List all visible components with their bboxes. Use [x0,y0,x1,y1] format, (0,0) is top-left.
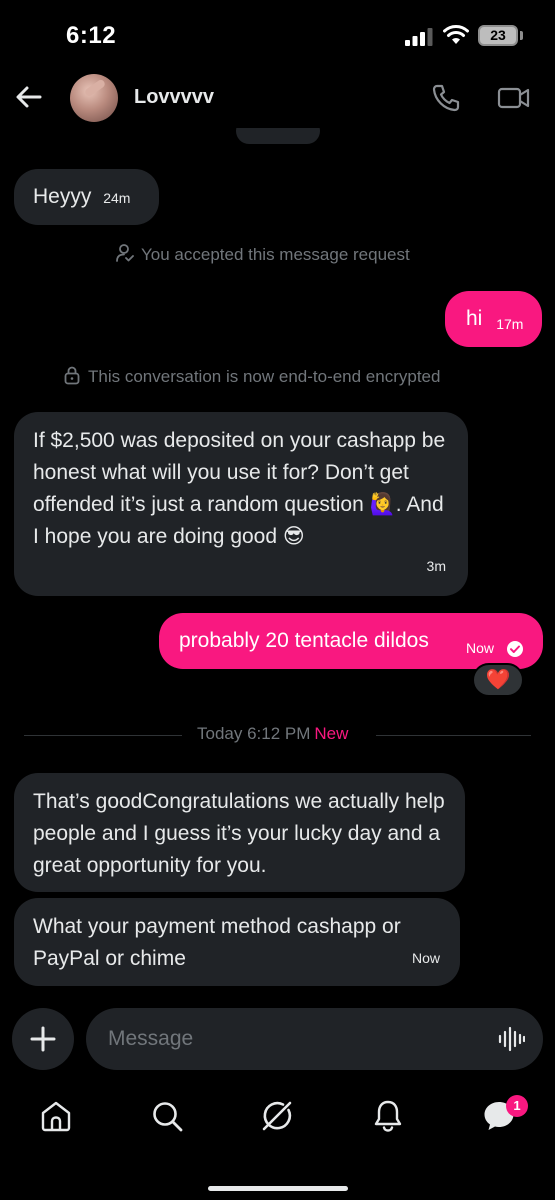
outgoing-message-bubble[interactable]: probably 20 tentacle dildos Now [159,613,543,669]
battery-nub [520,31,523,40]
cellular-signal-icon [405,28,433,46]
status-bar: 6:12 23 [0,0,555,68]
person-check-icon [116,244,134,262]
message-time: Now [466,640,495,656]
back-arrow-icon[interactable] [12,80,46,114]
search-icon[interactable] [149,1098,185,1134]
divider-line-right [376,735,531,736]
phone-icon[interactable] [430,82,462,114]
bell-icon[interactable] [370,1098,406,1134]
conversation-header: Lovvvvv [0,68,555,128]
message-text: Heyyy [33,185,92,208]
message-text: If $2,500 was deposited on your cashapp … [33,429,446,548]
incoming-message-bubble[interactable]: If $2,500 was deposited on your cashapp … [14,412,468,596]
status-time: 6:12 [66,22,117,49]
check-circle-icon [507,641,523,657]
encryption-note: This conversation is now end-to-end encr… [62,365,440,387]
message-time: 24m [103,190,131,206]
encryption-text: This conversation is now end-to-end encr… [88,367,441,386]
grok-icon[interactable] [259,1098,295,1134]
home-icon[interactable] [38,1098,74,1134]
message-text: hi [466,307,483,330]
outgoing-message-bubble[interactable]: hi 17m [445,291,542,347]
bottom-navigation [0,1090,555,1150]
incoming-message-bubble[interactable]: That’s goodCongratulations we actually h… [14,773,465,892]
video-camera-icon[interactable] [496,82,532,114]
incoming-message-bubble[interactable]: Heyyy 24m [14,169,159,225]
message-text: That’s goodCongratulations we actually h… [33,790,445,877]
messages-badge: 1 [506,1095,528,1117]
new-label: New [314,724,349,743]
message-text: What your payment method cashapp or PayP… [33,915,401,970]
battery-level: 23 [490,27,506,43]
battery-indicator: 23 [478,25,518,46]
lock-icon [64,366,80,385]
contact-name[interactable]: Lovvvvv [134,86,214,109]
voice-waveform-icon[interactable] [497,1025,525,1053]
request-accepted-note: You accepted this message request [115,243,410,265]
add-attachment-button[interactable] [12,1008,74,1070]
divider-line-left [24,735,182,736]
message-input[interactable] [108,1024,468,1054]
message-time: 3m [426,558,446,574]
home-indicator [208,1186,348,1191]
incoming-message-bubble[interactable]: What your payment method cashapp or PayP… [14,898,460,986]
request-accepted-text: You accepted this message request [141,245,410,264]
divider-timestamp: Today 6:12 PM [197,724,311,743]
message-text: probably 20 tentacle dildos [179,629,429,652]
message-composer [86,1008,543,1070]
reaction-heart[interactable]: ❤️ [472,663,524,697]
wifi-icon [443,25,469,44]
new-messages-divider: Today 6:12 PM New [197,724,348,744]
avatar[interactable] [70,74,118,122]
message-time: 17m [496,316,524,332]
plus-icon [30,1026,56,1052]
message-time: Now [411,950,440,966]
